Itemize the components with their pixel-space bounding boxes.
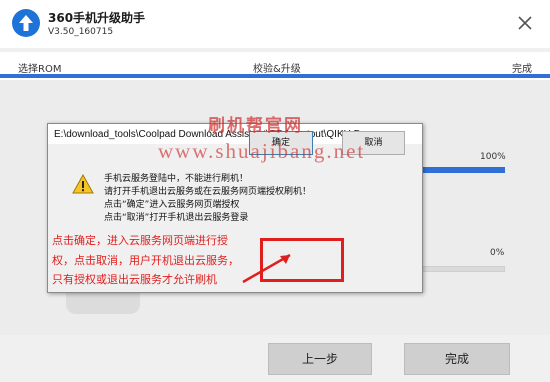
watermark-url: www.shuajibang.net [158, 139, 366, 163]
title-bar: 360手机升级助手 V3.50_160715 [0, 0, 550, 48]
dialog-message-line: 请打开手机退出云服务或在云服务网页端授权刷机！ [104, 187, 312, 197]
annotation-line: 点击确定，进入云服务网页端进行授 [52, 234, 228, 247]
step-select-rom: 选择ROM [18, 64, 62, 75]
step-progress-bar [0, 74, 550, 78]
dialog-message-line: 点击“取消”打开手机退出云服务登录 [104, 213, 249, 223]
app-version: V3.50_160715 [48, 27, 114, 37]
app-title: 360手机升级助手 [48, 11, 146, 25]
phone-graphic [66, 292, 140, 314]
progress-bottom-percent: 0% [490, 248, 505, 258]
step-verify-upgrade: 校验&升级 [253, 64, 301, 75]
prev-step-button[interactable]: 上一步 [268, 343, 372, 375]
warning-icon [72, 174, 94, 194]
watermark-title: 刷机帮官网 [208, 116, 303, 136]
progress-top-bar [420, 167, 505, 173]
progress-top-percent: 100% [480, 152, 506, 162]
annotation-line: 只有授权或退出云服务才允许刷机 [52, 273, 217, 286]
progress-bottom-bar [420, 266, 505, 272]
dialog-message-line: 手机云服务登陆中，不能进行刷机！ [104, 174, 249, 184]
dialog-body: 手机云服务登陆中，不能进行刷机！ 请打开手机退出云服务或在云服务网页端授权刷机！… [48, 144, 422, 292]
app-logo-icon [12, 9, 40, 37]
done-button[interactable]: 完成 [404, 343, 510, 375]
close-button[interactable] [512, 10, 538, 36]
annotation-line: 权，点击取消，用户开机退出云服务， [52, 254, 239, 267]
annotation-highlight-box [260, 238, 344, 282]
step-complete: 完成 [512, 64, 532, 75]
app-window: 360手机升级助手 V3.50_160715 选择ROM 校验&升级 完成 10… [0, 0, 550, 382]
close-icon [518, 16, 532, 30]
dialog-message-line: 点击“确定”进入云服务网页端授权 [104, 200, 240, 210]
